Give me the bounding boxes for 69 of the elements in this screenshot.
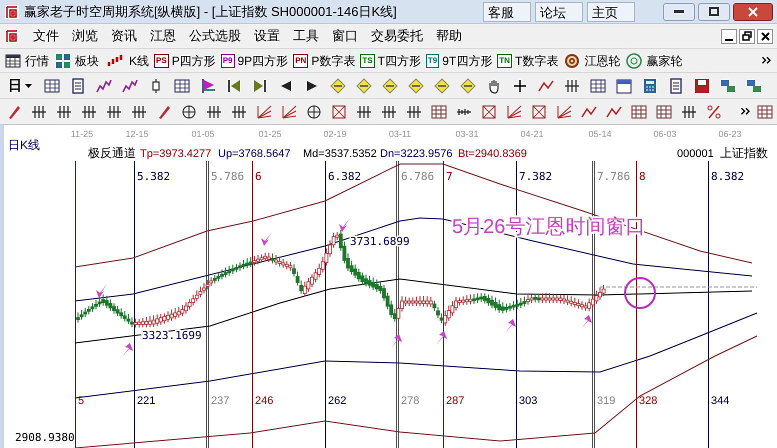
time-line-label: 7.786 bbox=[597, 170, 630, 183]
header-link-button[interactable]: 主页 bbox=[587, 2, 635, 22]
time-line-label: 5.382 bbox=[137, 170, 170, 183]
header-link-button[interactable]: 客服 bbox=[483, 2, 531, 22]
indicator-value: Bt=2940.8369 bbox=[458, 148, 527, 160]
date-label: 01-25 bbox=[258, 129, 282, 139]
menu-item[interactable]: 公式选股 bbox=[189, 26, 241, 46]
time-line-label: 319 bbox=[597, 395, 616, 407]
date-label: 11-25 bbox=[70, 129, 94, 139]
menu-item[interactable]: 资讯 bbox=[111, 26, 137, 46]
date-label: 02-19 bbox=[323, 129, 347, 139]
indicator-value: Md=3537.5352 bbox=[303, 148, 377, 160]
menu-item[interactable]: 帮助 bbox=[436, 26, 462, 46]
time-line-label: 328 bbox=[639, 395, 658, 407]
time-line-label: 6.382 bbox=[328, 170, 362, 183]
menu-item[interactable]: 江恩 bbox=[150, 26, 176, 46]
time-line-label: 246 bbox=[255, 395, 274, 407]
date-label: 05-14 bbox=[588, 129, 612, 139]
menu-item[interactable]: 交易委托 bbox=[371, 26, 423, 46]
time-line-label: 287 bbox=[446, 395, 464, 407]
menu-item[interactable]: 设置 bbox=[254, 26, 280, 46]
price-label: 3323.1699 bbox=[142, 329, 202, 342]
header-link-button[interactable]: 论坛 bbox=[535, 2, 583, 22]
symbol-code: 000001 bbox=[677, 148, 714, 160]
indicator-value: Up=3768.5647 bbox=[218, 148, 290, 160]
menu-item[interactable]: 窗口 bbox=[332, 26, 358, 46]
toolbar-button[interactable]: TS T四方形 bbox=[360, 50, 421, 70]
time-line-label: 262 bbox=[328, 395, 346, 407]
toolbar-button[interactable]: 江恩轮 bbox=[563, 50, 620, 70]
symbol-name: 上证指数 bbox=[720, 146, 768, 160]
toolbar-button[interactable]: PN P数字表 bbox=[293, 50, 356, 70]
axis-value-label: 2908.9380 bbox=[15, 431, 75, 444]
chart-period-label: 日K线 bbox=[8, 138, 40, 152]
toolbar-button[interactable]: TN T数字表 bbox=[497, 50, 558, 70]
indicator-value: Tp=3973.4277 bbox=[140, 148, 212, 160]
date-label: 04-21 bbox=[520, 129, 544, 139]
time-line-label: 8 bbox=[639, 170, 646, 183]
date-label: 03-11 bbox=[388, 129, 412, 139]
toolbar-button[interactable]: 板块 bbox=[54, 50, 99, 70]
date-label: 06-23 bbox=[718, 129, 742, 139]
time-line-label: 221 bbox=[137, 395, 156, 407]
toolbar-button[interactable]: 赢家轮 bbox=[625, 50, 682, 70]
time-line-label: 6 bbox=[255, 170, 262, 183]
date-label: 03-31 bbox=[455, 129, 479, 139]
date-label: 12-15 bbox=[125, 129, 149, 139]
time-line-label: 278 bbox=[401, 395, 420, 407]
time-line-label: 344 bbox=[711, 395, 730, 407]
toolbar-button[interactable]: P9 9P四方形 bbox=[220, 50, 288, 70]
window-title: 赢家老子时空周期系统[纵横版] - [上证指数 SH000001-146日K线] bbox=[24, 2, 397, 21]
menu-item[interactable]: 文件 bbox=[33, 26, 59, 46]
toolbar-button[interactable]: K线 bbox=[104, 50, 150, 70]
date-label: 06-03 bbox=[653, 129, 677, 139]
indicator-name: 极反通道 bbox=[88, 146, 136, 160]
menu-item[interactable]: 工具 bbox=[293, 26, 319, 46]
time-line-label: 303 bbox=[519, 395, 538, 407]
indicator-value: Dn=3223.9576 bbox=[380, 148, 452, 160]
menu-item[interactable]: 浏览 bbox=[72, 26, 98, 46]
time-line-label: 237 bbox=[211, 395, 230, 407]
toolbar-button[interactable]: T9 9T四方形 bbox=[426, 50, 492, 70]
time-line-label: 6.786 bbox=[401, 170, 434, 183]
time-line-label: 7.382 bbox=[519, 170, 552, 183]
date-label: 01-05 bbox=[191, 129, 215, 139]
time-line-label: 5 bbox=[78, 395, 84, 407]
time-line-label: 7 bbox=[446, 170, 453, 183]
time-line-label: 5.786 bbox=[211, 170, 244, 183]
toolbar-button[interactable]: PS P四方形 bbox=[154, 50, 216, 70]
time-line-label: 8.382 bbox=[711, 170, 744, 183]
period-dropdown[interactable]: 日 bbox=[4, 75, 36, 96]
toolbar-button[interactable]: 行情 bbox=[4, 50, 49, 70]
